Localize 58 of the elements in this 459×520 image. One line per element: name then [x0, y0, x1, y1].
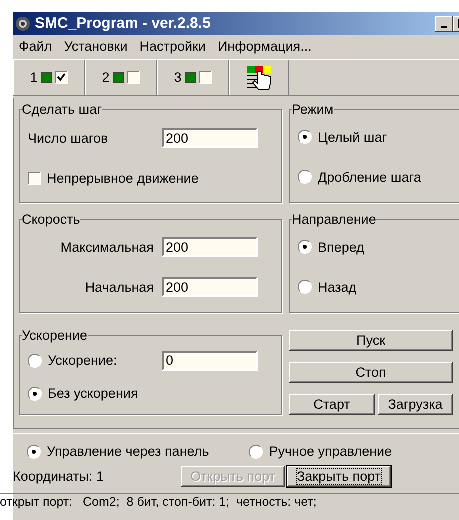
port-button[interactable]: Закрыть порт	[287, 466, 391, 487]
menu-item[interactable]: Установки	[64, 39, 128, 55]
group-title: Направление	[292, 212, 376, 227]
radio-label: Ручное управление	[269, 444, 392, 459]
checkbox[interactable]	[126, 71, 140, 84]
radio-button[interactable]	[298, 170, 312, 184]
checkbox[interactable]	[28, 172, 41, 185]
load-button[interactable]: Загрузка	[378, 394, 453, 415]
channel-number: 1	[30, 70, 38, 85]
status-bar: открыт порт: Com2; 8 бит, стоп-бит: 1; четность: чет;	[0, 493, 459, 510]
channel-number: 3	[174, 70, 182, 85]
minimize-icon	[441, 26, 447, 28]
checkbox-label: Непрерывное движение	[47, 170, 199, 186]
radio-button[interactable]	[27, 444, 41, 458]
radio-label: Дробление шага	[318, 170, 422, 184]
group-title: Сделать шаг	[22, 102, 102, 117]
radio-label: Целый шаг	[318, 130, 388, 144]
menu-item[interactable]: Настройки	[140, 39, 206, 55]
menu-item[interactable]: Файл	[19, 39, 52, 55]
input-field[interactable]: 200	[162, 277, 258, 297]
radio-button[interactable]	[298, 130, 312, 144]
radio-label: Управление через панель	[47, 444, 210, 459]
menu-item[interactable]: Информация...	[218, 39, 312, 55]
input-field[interactable]: 0	[162, 350, 258, 371]
input-field[interactable]: 200	[162, 237, 258, 257]
start-button[interactable]: Старт	[289, 394, 375, 415]
minimize-button[interactable]	[435, 16, 453, 32]
channel-button[interactable]: 3	[157, 60, 229, 95]
input-field[interactable]: 200	[162, 128, 258, 148]
radio-label: Ускорение:	[48, 353, 118, 368]
group-title: Режим	[292, 102, 334, 117]
field-label: Число шагов	[28, 130, 110, 146]
coordinates-label: Координаты: 1	[13, 469, 106, 484]
stop-button[interactable]: Стоп	[289, 362, 453, 383]
channel-number: 2	[102, 70, 110, 85]
status-led-icon	[184, 72, 196, 83]
status-led-icon	[40, 72, 52, 83]
radio-label: Вперед	[318, 240, 364, 254]
checkbox[interactable]	[198, 71, 212, 84]
radio-button[interactable]	[298, 280, 312, 294]
field-label: Начальная	[84, 280, 155, 294]
radio-button[interactable]	[249, 444, 264, 458]
radio-button[interactable]	[298, 240, 312, 254]
gear-icon	[15, 16, 31, 32]
panel-button[interactable]	[229, 60, 289, 95]
radio-label: Назад	[318, 280, 357, 294]
group-title: Скорость	[22, 212, 80, 227]
group-title: Ускорение	[22, 328, 88, 343]
radio-label: Без ускорения	[48, 386, 138, 402]
channel-button[interactable]: 2	[85, 60, 157, 95]
field-label: Максимальная	[60, 240, 155, 254]
window-title: SMC_Program - ver.2.8.5	[35, 15, 212, 32]
channel-button[interactable]: 1	[13, 60, 85, 95]
checkbox[interactable]	[54, 71, 68, 84]
run-button[interactable]: Пуск	[289, 330, 453, 351]
status-led-icon	[112, 72, 124, 83]
radio-button[interactable]	[28, 386, 42, 401]
radio-button[interactable]	[28, 354, 42, 368]
